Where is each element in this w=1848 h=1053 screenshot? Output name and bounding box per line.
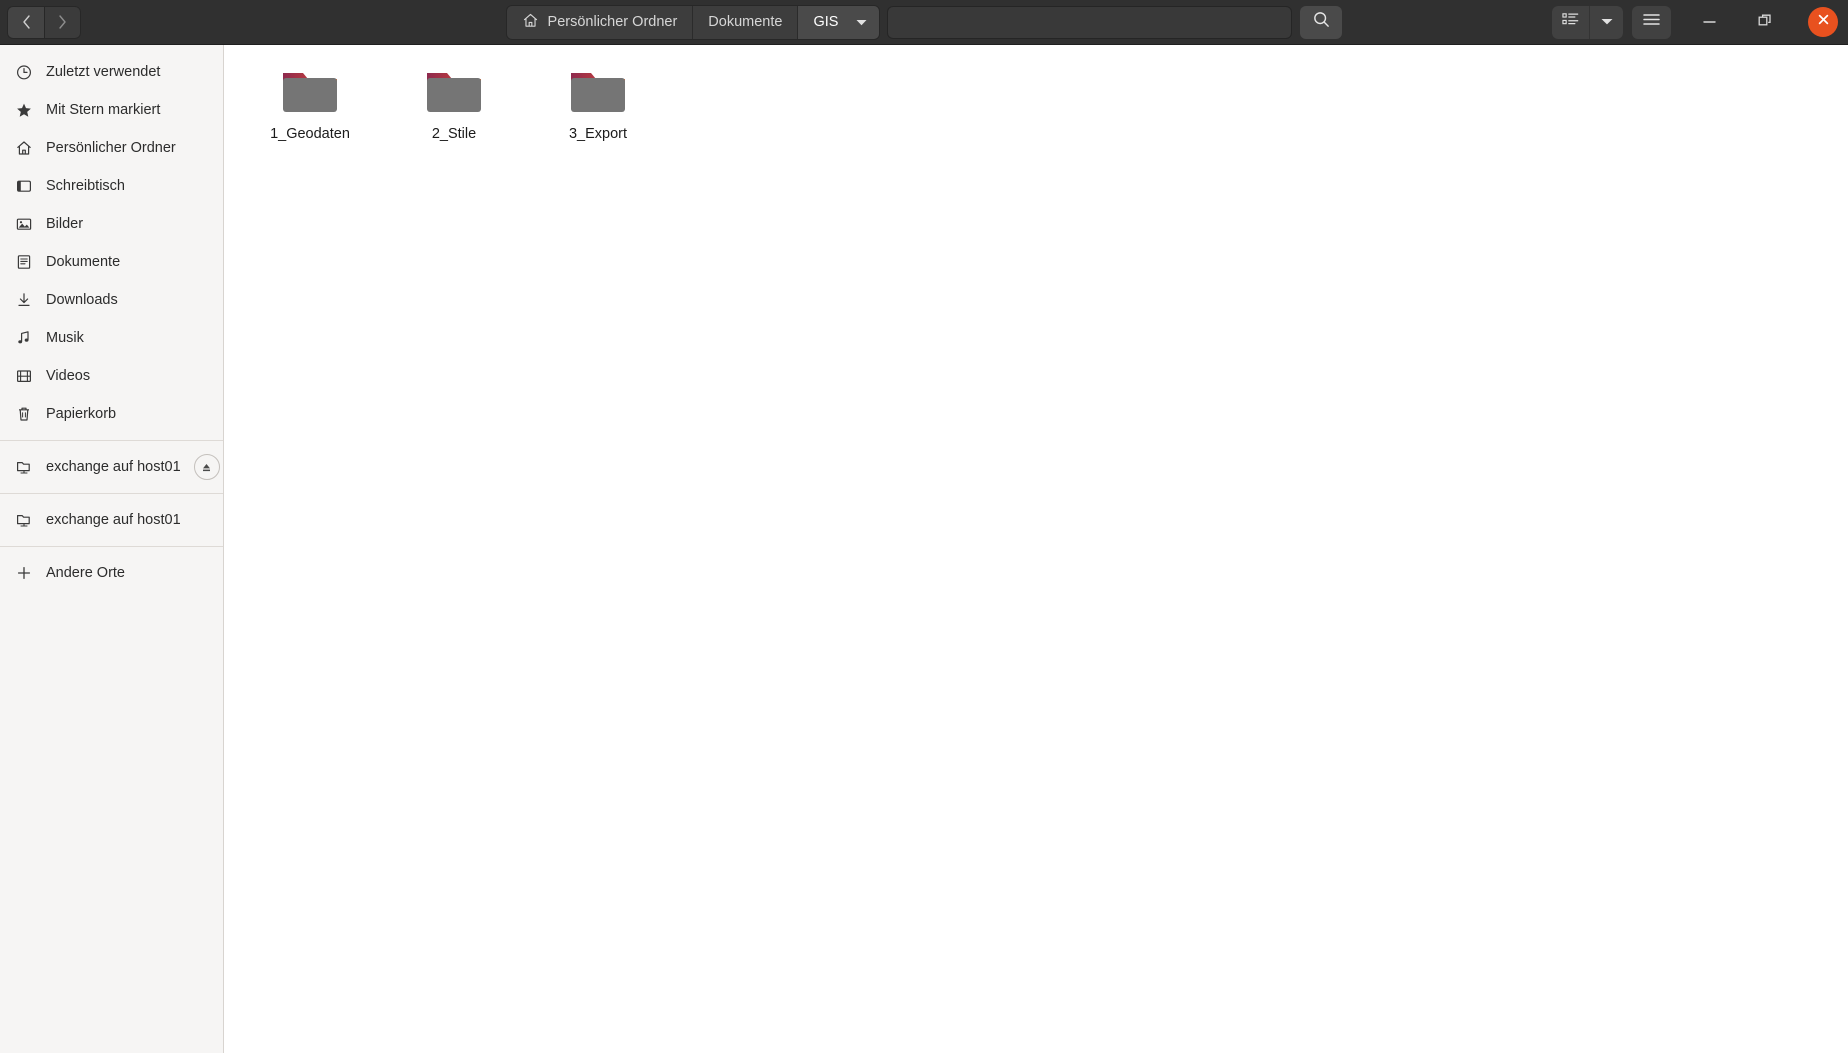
document-icon <box>14 253 33 272</box>
sidebar-item-home[interactable]: Persönlicher Ordner <box>0 129 223 167</box>
back-button[interactable] <box>7 5 44 39</box>
sidebar-item-label: Andere Orte <box>46 565 125 581</box>
plus-icon <box>14 564 33 583</box>
chevron-down-icon <box>855 18 868 27</box>
network-folder-icon <box>14 458 33 477</box>
sidebar-item-label: Papierkorb <box>46 406 117 422</box>
sidebar: Zuletzt verwendet Mit Stern markiert Per… <box>0 45 224 1053</box>
breadcrumb: Persönlicher Ordner Dokumente GIS <box>505 4 881 40</box>
sidebar-separator <box>0 546 223 547</box>
close-icon <box>1816 12 1831 32</box>
forward-button[interactable] <box>44 5 81 39</box>
file-name: 3_Export <box>568 126 628 142</box>
home-icon <box>522 12 539 33</box>
sidebar-item-other-locations[interactable]: Andere Orte <box>0 554 223 592</box>
folder-icon <box>422 65 486 119</box>
sidebar-item-trash[interactable]: Papierkorb <box>0 395 223 433</box>
clock-icon <box>14 63 33 82</box>
sidebar-item-label: Zuletzt verwendet <box>46 64 161 80</box>
eject-button[interactable] <box>193 454 220 480</box>
window-body: Zuletzt verwendet Mit Stern markiert Per… <box>0 45 1848 1053</box>
list-view-icon <box>1561 11 1580 33</box>
search-button[interactable] <box>1300 5 1343 39</box>
sidebar-separator <box>0 440 223 441</box>
file-name: 1_Geodaten <box>270 126 350 142</box>
sidebar-item-documents[interactable]: Dokumente <box>0 243 223 281</box>
sidebar-item-label: Schreibtisch <box>46 178 125 194</box>
sidebar-item-label: Persönlicher Ordner <box>46 140 176 156</box>
sidebar-item-exchange-host01-mounted[interactable]: exchange auf host01 <box>0 448 223 486</box>
close-button[interactable] <box>1808 7 1838 37</box>
sidebar-item-music[interactable]: Musik <box>0 319 223 357</box>
sidebar-item-exchange-host01-bookmark[interactable]: exchange auf host01 <box>0 501 223 539</box>
path-search-input[interactable] <box>887 5 1293 39</box>
minimize-button[interactable] <box>1696 9 1722 35</box>
breadcrumb-item-gis[interactable]: GIS <box>798 5 880 39</box>
sidebar-separator <box>0 493 223 494</box>
minimize-icon <box>1702 13 1717 31</box>
navigation-buttons <box>7 5 81 39</box>
trash-icon <box>14 405 33 424</box>
network-folder-icon <box>14 511 33 530</box>
file-item[interactable]: 3_Export <box>526 59 670 147</box>
sidebar-item-pictures[interactable]: Bilder <box>0 205 223 243</box>
sidebar-item-label: Dokumente <box>46 254 121 270</box>
sidebar-item-desktop[interactable]: Schreibtisch <box>0 167 223 205</box>
breadcrumb-label: Dokumente <box>708 14 783 30</box>
file-item[interactable]: 2_Stile <box>382 59 526 147</box>
file-grid-view[interactable]: 1_Geodaten 2_Stile 3_Export <box>224 45 1848 1053</box>
sidebar-item-starred[interactable]: Mit Stern markiert <box>0 91 223 129</box>
home-icon <box>14 139 33 158</box>
breadcrumb-label: GIS <box>813 14 839 30</box>
sidebar-item-label: Bilder <box>46 216 84 232</box>
view-mode-button[interactable] <box>1552 5 1590 39</box>
header-left-controls <box>0 5 81 39</box>
star-icon <box>14 101 33 120</box>
desktop-icon <box>14 177 33 196</box>
header-bar: Persönlicher Ordner Dokumente GIS <box>0 0 1848 45</box>
file-name: 2_Stile <box>431 126 477 142</box>
sidebar-item-label: Downloads <box>46 292 118 308</box>
file-item[interactable]: 1_Geodaten <box>238 59 382 147</box>
image-icon <box>14 215 33 234</box>
breadcrumb-label: Persönlicher Ordner <box>547 14 678 30</box>
main-menu-button[interactable] <box>1632 5 1671 39</box>
file-grid: 1_Geodaten 2_Stile 3_Export <box>238 59 1848 147</box>
chevron-down-icon <box>1600 13 1614 31</box>
sidebar-item-label: Videos <box>46 368 91 384</box>
window-controls <box>1696 7 1838 37</box>
hamburger-menu-icon <box>1642 12 1661 32</box>
folder-icon <box>566 65 630 119</box>
sidebar-item-label: exchange auf host01 <box>46 512 181 528</box>
music-note-icon <box>14 329 33 348</box>
sidebar-item-downloads[interactable]: Downloads <box>0 281 223 319</box>
sidebar-item-videos[interactable]: Videos <box>0 357 223 395</box>
breadcrumb-item-dokumente[interactable]: Dokumente <box>693 5 799 39</box>
download-icon <box>14 291 33 310</box>
header-right-controls <box>1552 5 1848 39</box>
sidebar-item-label: Musik <box>46 330 84 346</box>
search-icon <box>1312 10 1331 34</box>
sidebar-item-label: exchange auf host01 <box>46 459 181 475</box>
folder-icon <box>278 65 342 119</box>
view-mode-controls <box>1552 5 1623 39</box>
restore-icon <box>1757 12 1773 33</box>
file-manager-window: Persönlicher Ordner Dokumente GIS Zuletz… <box>0 0 1848 1053</box>
view-options-button[interactable] <box>1590 5 1623 39</box>
sidebar-item-recent[interactable]: Zuletzt verwendet <box>0 53 223 91</box>
film-icon <box>14 367 33 386</box>
maximize-button[interactable] <box>1752 9 1778 35</box>
sidebar-item-label: Mit Stern markiert <box>46 102 161 118</box>
breadcrumb-item-home[interactable]: Persönlicher Ordner <box>506 5 694 39</box>
